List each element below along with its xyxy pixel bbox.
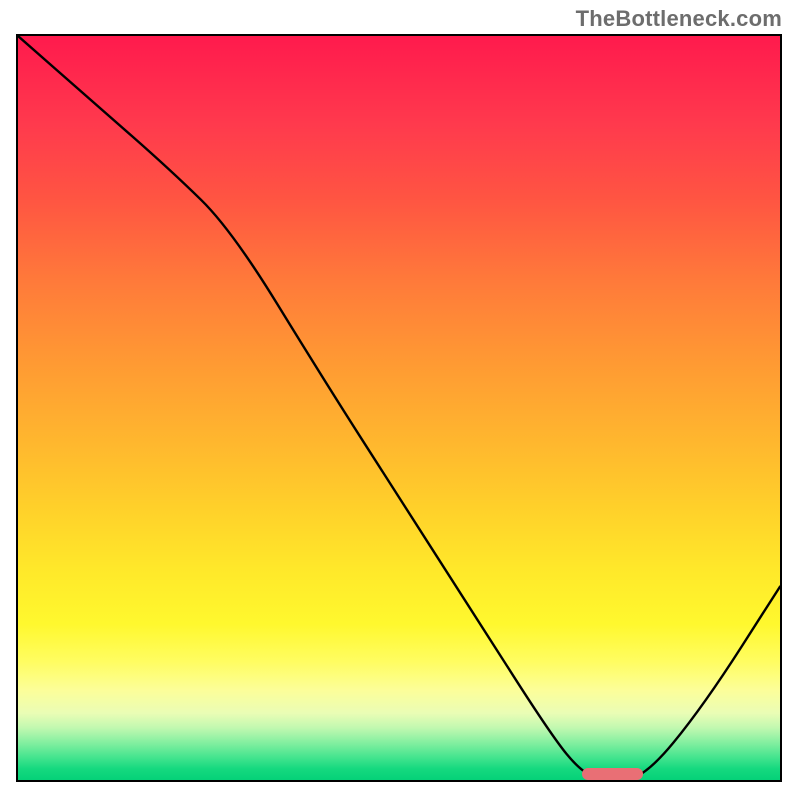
optimal-range-marker [582,768,643,780]
watermark-text: TheBottleneck.com [576,6,782,32]
bottleneck-curve [18,36,780,780]
chart-frame: TheBottleneck.com [0,0,800,800]
plot-area [16,34,782,782]
